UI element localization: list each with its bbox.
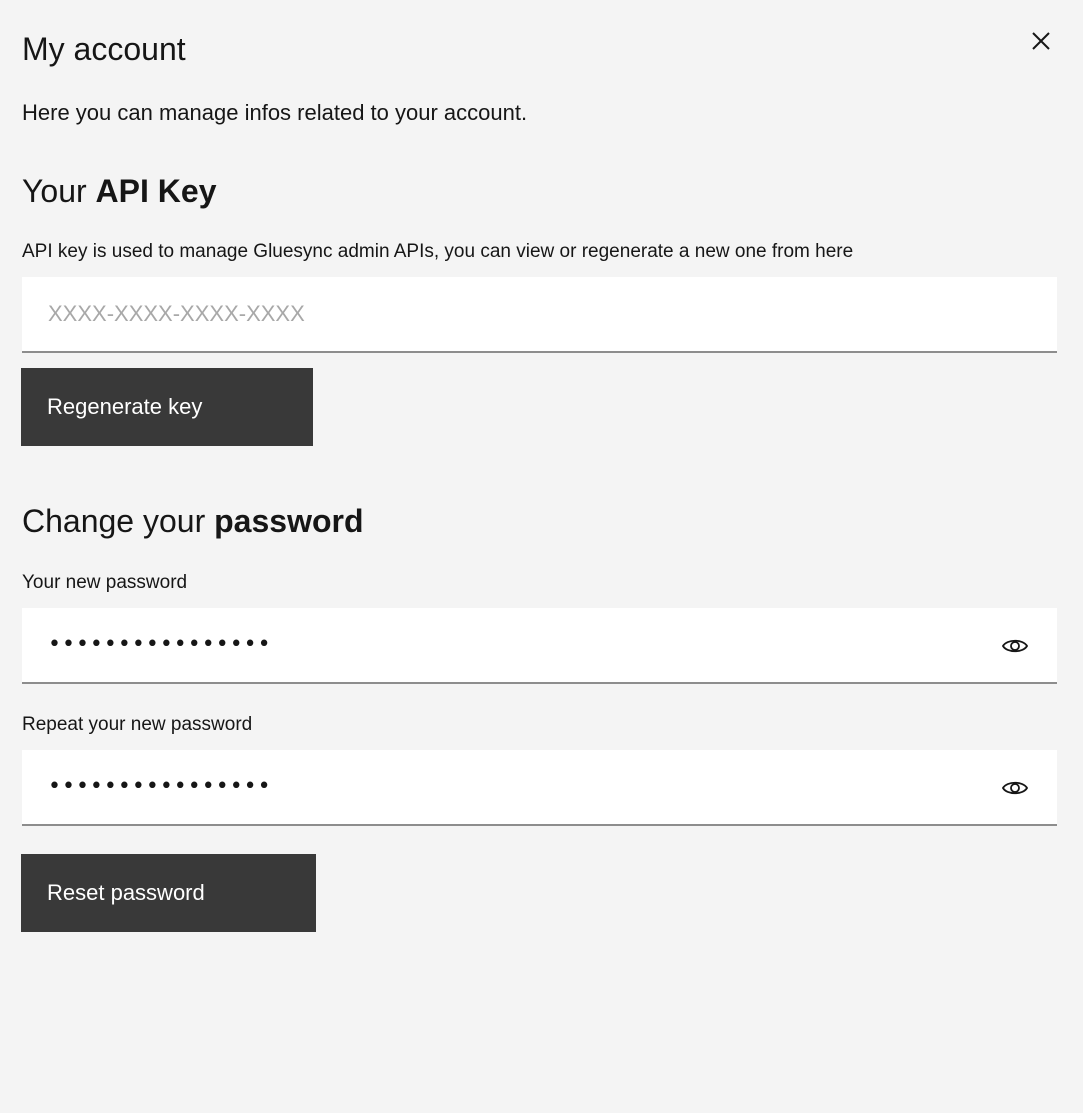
my-account-modal: My account Here you can manage infos rel… <box>0 0 1083 1113</box>
password-heading: Change your password <box>22 500 364 542</box>
reset-password-button[interactable]: Reset password <box>21 854 316 932</box>
close-button[interactable] <box>1019 19 1063 63</box>
new-password-input[interactable]: •••••••••••••••• <box>48 608 272 682</box>
eye-icon <box>1002 639 1028 653</box>
password-heading-prefix: Change your <box>22 503 215 539</box>
repeat-password-input[interactable]: •••••••••••••••• <box>48 750 272 824</box>
eye-icon <box>1002 781 1028 795</box>
repeat-password-field[interactable]: •••••••••••••••• <box>22 750 1057 826</box>
close-icon <box>1032 32 1050 50</box>
api-key-heading-bold: API Key <box>95 173 217 209</box>
show-new-password-button[interactable] <box>995 626 1035 666</box>
new-password-label: Your new password <box>22 572 188 593</box>
api-key-heading: Your API Key <box>22 170 216 212</box>
api-key-helper-text: API key is used to manage Gluesync admin… <box>22 241 854 262</box>
modal-title: My account <box>22 31 186 67</box>
regenerate-key-button[interactable]: Regenerate key <box>21 368 313 446</box>
api-key-field <box>22 277 1057 353</box>
show-repeat-password-button[interactable] <box>995 768 1035 808</box>
api-key-input[interactable] <box>22 277 962 351</box>
api-key-heading-prefix: Your <box>22 173 96 209</box>
new-password-field[interactable]: •••••••••••••••• <box>22 608 1057 684</box>
password-heading-bold: password <box>214 503 364 539</box>
modal-description: Here you can manage infos related to you… <box>22 100 528 125</box>
repeat-password-label: Repeat your new password <box>22 714 253 735</box>
